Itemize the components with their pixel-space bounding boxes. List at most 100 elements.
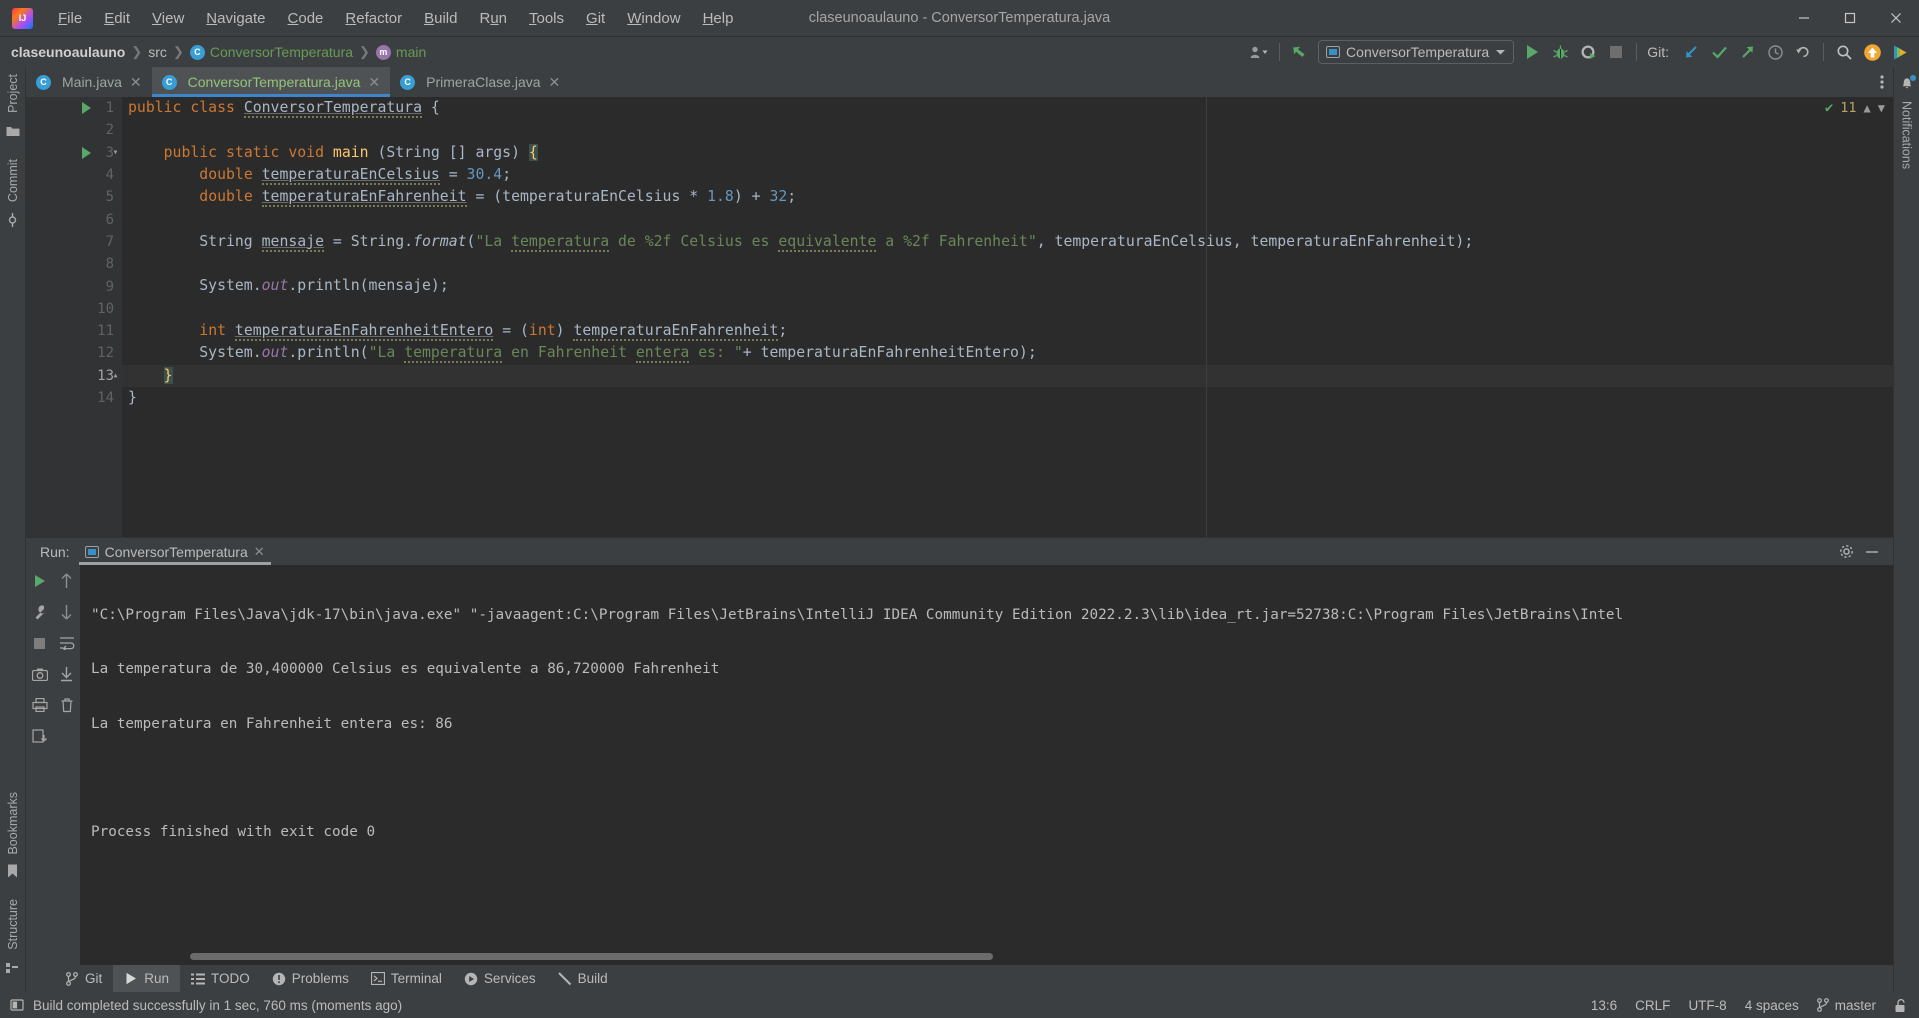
menu-code[interactable]: Code: [277, 6, 335, 31]
code-editor[interactable]: 1 2 ▾ 3 4 5 6 7 8 9 10 11 12 ▴ 13 14 pub…: [26, 97, 1893, 537]
git-branch-widget[interactable]: master: [1816, 998, 1876, 1013]
user-avatar-dropdown[interactable]: [1246, 40, 1272, 64]
breadcrumb-src[interactable]: src: [148, 44, 167, 60]
close-icon[interactable]: ✕: [368, 74, 380, 91]
search-everywhere-button[interactable]: [1831, 40, 1857, 64]
tool-tab-todo[interactable]: TODO: [180, 965, 261, 992]
method-icon: [375, 44, 391, 60]
chevron-down-icon[interactable]: ▼: [1878, 101, 1885, 115]
editor-gutter[interactable]: 1 2 ▾ 3 4 5 6 7 8 9 10 11 12 ▴ 13 14: [26, 97, 122, 537]
sidebar-item-bookmarks[interactable]: Bookmarks: [6, 785, 20, 862]
sidebar-item-notifications[interactable]: Notifications: [1900, 94, 1914, 176]
run-button[interactable]: [1519, 40, 1545, 64]
editor-tab-conversortemperatura[interactable]: ConversorTemperatura.java ✕: [151, 67, 391, 97]
wrench-icon[interactable]: [31, 603, 49, 621]
menu-build[interactable]: Build: [413, 6, 468, 31]
menu-window[interactable]: Window: [616, 6, 691, 31]
stop-button[interactable]: [1603, 40, 1629, 64]
editor-tab-primeraclase[interactable]: PrimeraClase.java ✕: [390, 67, 570, 97]
menu-view[interactable]: View: [141, 6, 195, 31]
ide-update-button[interactable]: [1859, 40, 1885, 64]
maximize-button[interactable]: [1827, 0, 1873, 37]
minimize-button[interactable]: [1781, 0, 1827, 37]
menu-tools[interactable]: Tools: [518, 6, 575, 31]
settings-gear-icon[interactable]: [1839, 544, 1854, 559]
menu-edit[interactable]: Edit: [93, 6, 141, 31]
structure-icon[interactable]: [6, 960, 20, 974]
menu-help[interactable]: Help: [692, 6, 745, 31]
left-tool-rail: Project Commit Bookmarks Structure: [0, 67, 26, 992]
git-rollback-button[interactable]: [1790, 40, 1816, 64]
tool-tab-build[interactable]: Build: [547, 965, 619, 992]
menu-file[interactable]: File: [47, 6, 93, 31]
print-icon[interactable]: [31, 696, 49, 714]
run-gutter-icon[interactable]: [82, 102, 91, 115]
inspection-widget[interactable]: ✔ 11 ▲ ▼: [1813, 97, 1893, 119]
code-content[interactable]: public class ConversorTemperatura { publ…: [122, 97, 1893, 537]
coverage-icon: [1581, 45, 1596, 59]
stop-icon[interactable]: [31, 634, 49, 652]
menu-navigate[interactable]: Navigate: [195, 6, 276, 31]
editor-tab-main[interactable]: Main.java ✕: [26, 67, 152, 97]
scroll-to-end-icon[interactable]: [58, 665, 76, 683]
console-horizontal-scrollbar[interactable]: [190, 953, 993, 960]
sidebar-item-project[interactable]: Project: [6, 67, 20, 120]
ai-assistant-button[interactable]: [1887, 40, 1913, 64]
export-icon[interactable]: [31, 727, 49, 745]
line-separator[interactable]: CRLF: [1635, 998, 1670, 1013]
menu-run[interactable]: Run: [468, 6, 518, 31]
menu-refactor[interactable]: Refactor: [334, 6, 413, 31]
close-icon[interactable]: ✕: [130, 74, 142, 91]
menu-git[interactable]: Git: [575, 6, 616, 31]
minimize-icon[interactable]: [1865, 545, 1879, 559]
file-encoding[interactable]: UTF-8: [1688, 998, 1726, 1013]
tool-tab-services[interactable]: Services: [453, 965, 547, 992]
close-icon[interactable]: ✕: [549, 74, 561, 91]
run-window-tab[interactable]: ConversorTemperatura ✕: [78, 538, 271, 565]
run-gutter-icon[interactable]: [82, 146, 91, 159]
breadcrumb-class[interactable]: ConversorTemperatura: [189, 44, 353, 60]
debug-button[interactable]: [1547, 40, 1573, 64]
close-button[interactable]: [1873, 0, 1919, 37]
run-with-coverage-button[interactable]: [1575, 40, 1601, 64]
bell-icon[interactable]: [1900, 75, 1916, 90]
rerun-icon[interactable]: [31, 572, 49, 590]
breadcrumb-method[interactable]: main: [375, 44, 426, 60]
commit-icon[interactable]: [6, 212, 20, 227]
line-number: 6: [105, 211, 114, 228]
tool-tab-terminal[interactable]: Terminal: [360, 965, 453, 992]
tool-tab-problems[interactable]: Problems: [261, 965, 360, 992]
fold-end-icon[interactable]: ▴: [110, 370, 121, 381]
gutter-line: 4: [26, 164, 122, 186]
caret-position[interactable]: 13:6: [1591, 998, 1617, 1013]
indent-setting[interactable]: 4 spaces: [1745, 998, 1799, 1013]
sidebar-item-commit[interactable]: Commit: [6, 152, 20, 209]
close-icon[interactable]: ✕: [254, 544, 265, 560]
bottom-tool-tabs: Git Run TODO Problems Terminal Services …: [26, 965, 1893, 992]
camera-icon[interactable]: [31, 665, 49, 683]
editor-tabs-more-button[interactable]: [1880, 67, 1893, 97]
breadcrumb-project[interactable]: claseunoaulauno: [11, 44, 125, 60]
soft-wrap-icon[interactable]: [58, 634, 76, 652]
rail-structure-label: Structure: [5, 899, 20, 950]
git-update-project-button[interactable]: [1678, 40, 1704, 64]
chevron-up-icon[interactable]: ▲: [1864, 101, 1871, 115]
trash-icon[interactable]: [58, 696, 76, 714]
git-commit-button[interactable]: [1706, 40, 1732, 64]
fold-icon[interactable]: ▾: [110, 147, 121, 158]
tool-tab-git[interactable]: Git: [54, 965, 113, 992]
console-output[interactable]: "C:\Program Files\Java\jdk-17\bin\java.e…: [80, 565, 1893, 965]
git-push-button[interactable]: [1734, 40, 1760, 64]
project-folder-icon[interactable]: [6, 124, 20, 138]
down-arrow-icon[interactable]: [58, 603, 76, 621]
git-commit-check-icon: [1711, 46, 1727, 59]
notification-badge: [1909, 75, 1916, 81]
git-history-button[interactable]: [1762, 40, 1788, 64]
up-arrow-icon[interactable]: [58, 572, 76, 590]
unlocked-icon[interactable]: [1894, 998, 1907, 1012]
sidebar-item-structure[interactable]: Structure: [6, 892, 20, 957]
bookmark-icon[interactable]: [6, 864, 20, 878]
run-configuration-selector[interactable]: ConversorTemperatura: [1318, 40, 1515, 64]
tool-tab-run[interactable]: Run: [113, 965, 181, 992]
updates-arrow-icon[interactable]: [1287, 40, 1313, 64]
